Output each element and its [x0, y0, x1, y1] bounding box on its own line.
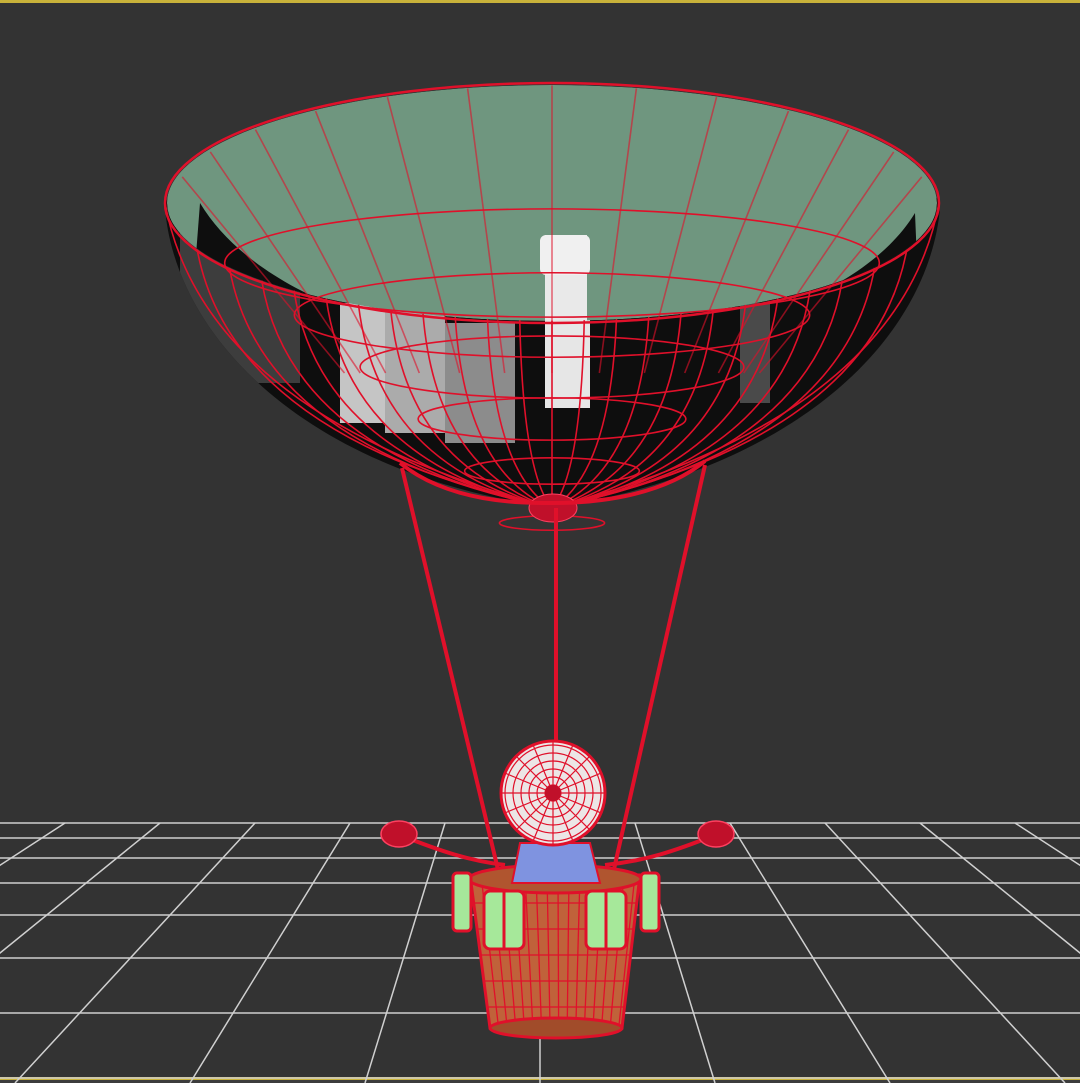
basket-wire — [557, 875, 560, 1028]
grid-line — [634, 822, 716, 1083]
grid-line — [0, 822, 66, 867]
rope-right — [610, 464, 707, 879]
rope-left — [400, 467, 502, 879]
grid-line — [1014, 822, 1080, 867]
balloon-bottom-cap — [528, 493, 578, 523]
grid-line — [729, 822, 891, 1083]
perspective-viewport[interactable] — [0, 0, 1080, 1083]
grid-line — [189, 822, 351, 1083]
window-outer-left — [451, 871, 473, 933]
grid-line — [824, 822, 1066, 1083]
window-outer-right — [639, 871, 661, 933]
viewport-scene[interactable] — [0, 3, 1080, 1083]
arm-left-ball — [380, 820, 418, 848]
neck-cylinder — [510, 842, 602, 884]
balloon-envelope[interactable] — [163, 81, 941, 532]
basket-base — [488, 1016, 624, 1040]
grid-line — [364, 822, 446, 1083]
basket[interactable] — [451, 842, 661, 1040]
head-sphere[interactable] — [499, 739, 607, 847]
arm-right-ball — [697, 820, 735, 848]
grid-line — [14, 822, 256, 1083]
